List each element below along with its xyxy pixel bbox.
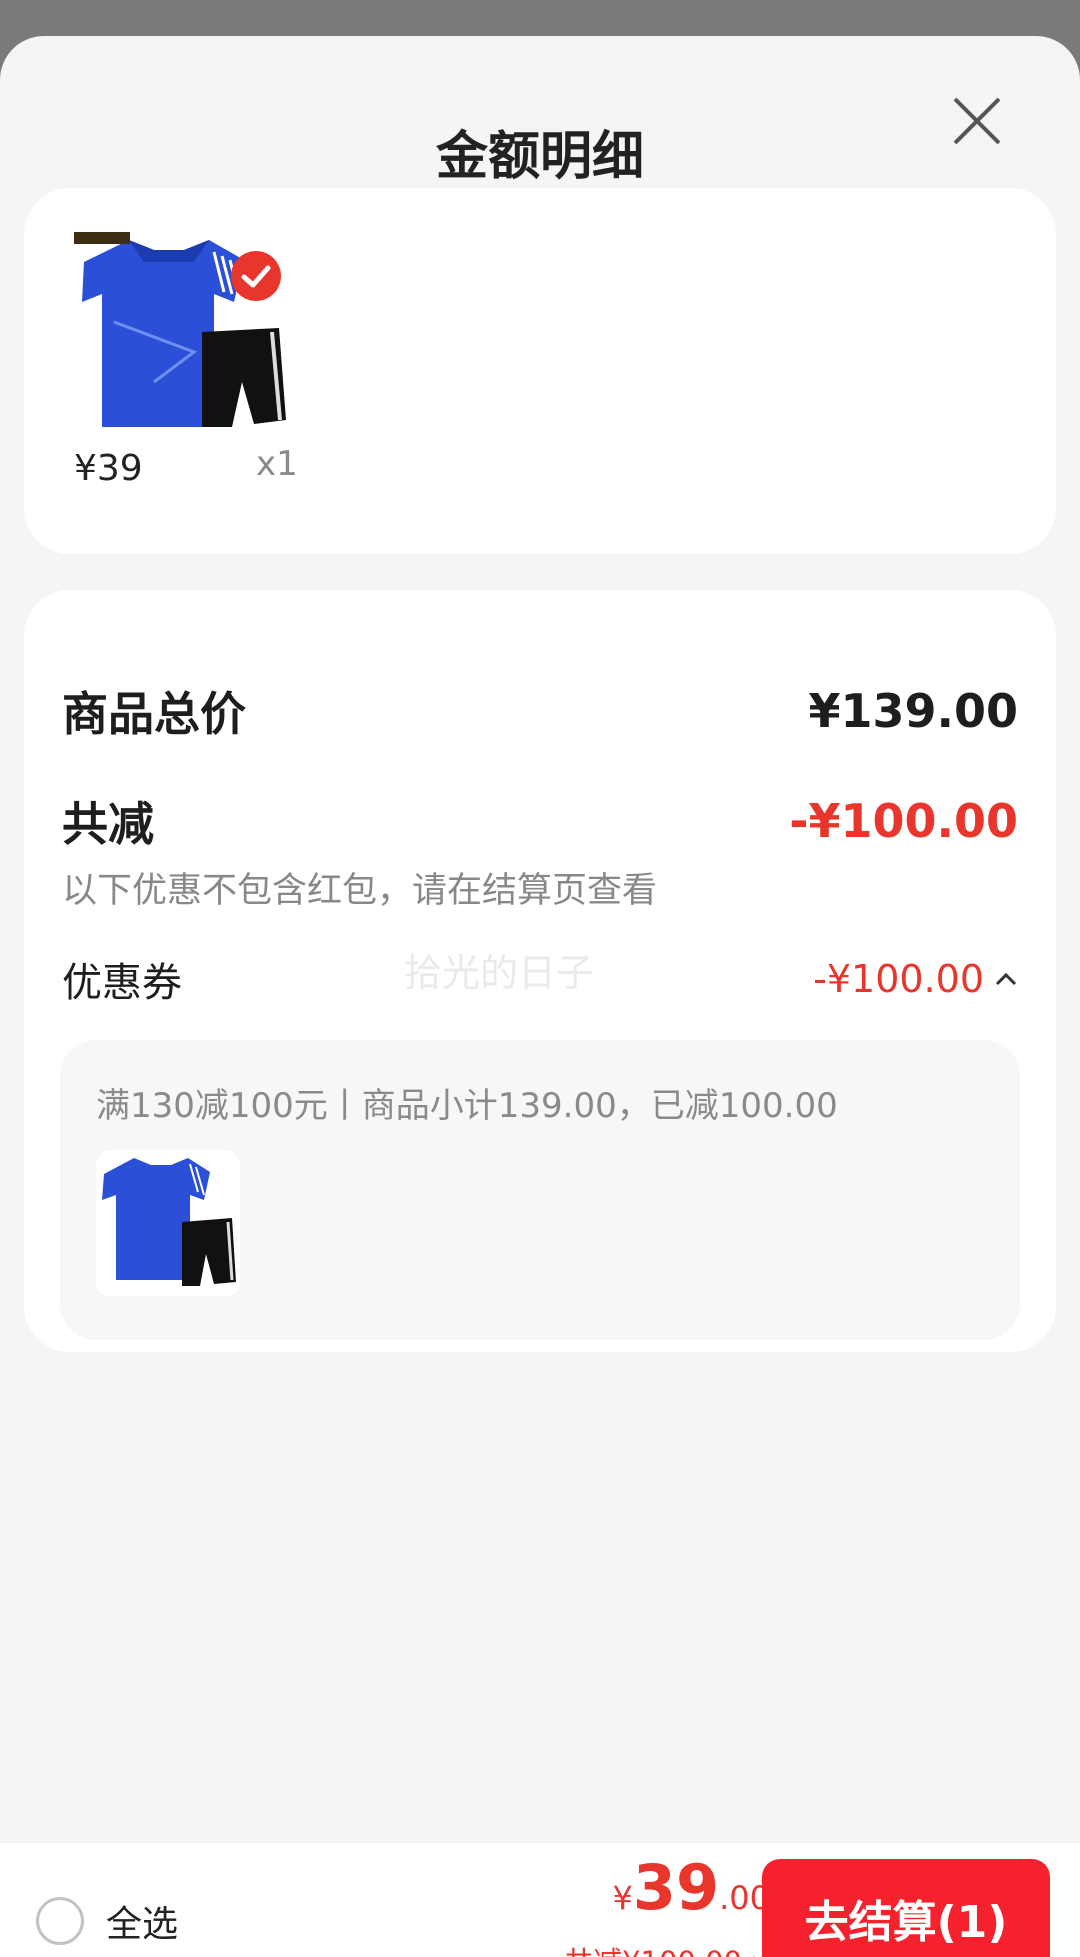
coupon-value: -¥100.00 [813,957,984,1001]
sheet-title: 金额明细 [435,127,644,187]
total-reduce-row: 共减 -¥100.00 [62,788,1018,854]
product-quantity: x1 [256,444,298,484]
close-button[interactable] [942,86,1012,156]
total-price: ¥39.00 [564,1857,770,1919]
total-area: ¥39.00 共减¥100.00 [564,1857,770,1957]
checkout-button[interactable]: 去结算(1) [762,1859,1050,1957]
saved-amount-toggle[interactable]: 共减¥100.00 [564,1939,770,1957]
select-all-label: 全选 [106,1904,179,1945]
total-reduce-value: -¥100.00 [789,794,1018,848]
select-all-toggle[interactable]: 全选 [36,1895,178,1947]
amount-detail-sheet: 金额明细 ¥39 x1 商品总价 ¥139.00 共减 -¥100.00 以下优… [0,36,1080,1957]
product-price: ¥39 [74,448,143,489]
coupon-product-image [96,1150,240,1296]
saved-amount: 共减¥100.00 [564,1939,742,1957]
check-icon [231,251,281,301]
total-currency: ¥ [612,1879,633,1917]
discount-note: 以下优惠不包含红包，请在结算页查看 [62,871,658,911]
coupon-detail-box: 满130减100元丨商品小计139.00，已减100.00 [60,1040,1020,1340]
select-all-radio[interactable] [36,1897,84,1945]
goods-total-label: 商品总价 [62,687,246,741]
bottom-bar: 全选 ¥39.00 共减¥100.00 去结算(1) [0,1842,1080,1957]
coupon-description: 满130减100元丨商品小计139.00，已减100.00 [96,1086,838,1126]
coupon-label: 优惠券 [62,960,182,1006]
chevron-up-icon [995,972,1017,986]
close-icon [953,97,1001,145]
product-item[interactable]: ¥39 x1 [50,232,300,522]
product-card: ¥39 x1 [24,188,1056,554]
brand-badge [74,232,130,244]
goods-total-row: 商品总价 ¥139.00 [62,678,1018,744]
coupon-toggle[interactable]: -¥100.00 [813,957,1018,1001]
total-reduce-label: 共减 [62,797,154,851]
coupon-row: 优惠券 -¥100.00 [62,950,1018,1008]
price-summary-card: 商品总价 ¥139.00 共减 -¥100.00 以下优惠不包含红包，请在结算页… [24,590,1056,1352]
total-integer: 39 [632,1851,720,1924]
goods-total-value: ¥139.00 [808,684,1018,738]
